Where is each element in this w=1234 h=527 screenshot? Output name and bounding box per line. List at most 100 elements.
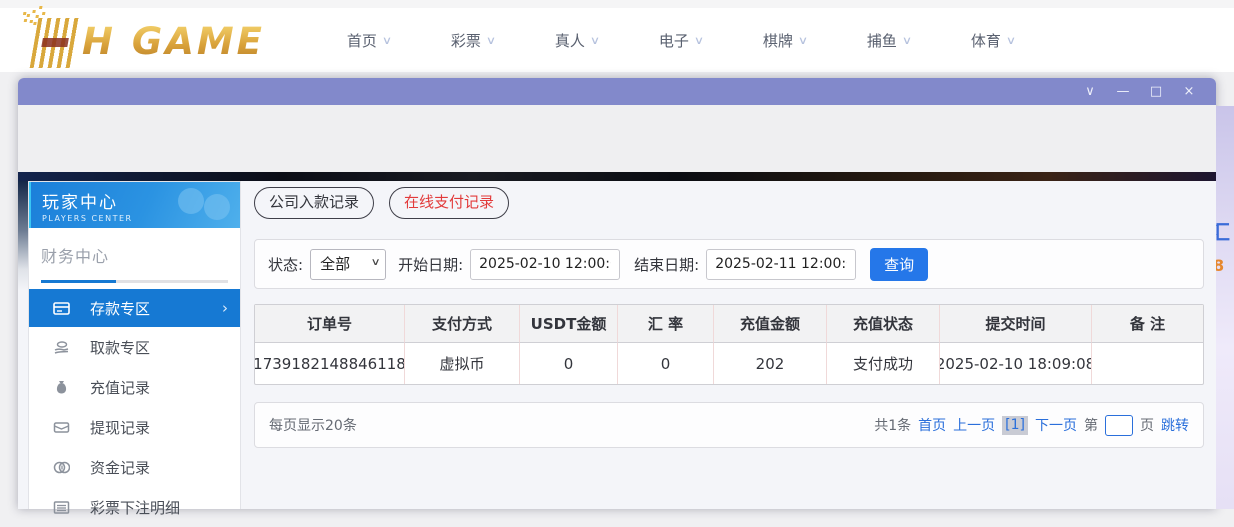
finance-center-label: 财务中心 (41, 243, 228, 267)
sidebar-menu: 存款专区 › 取款专区 充值记录 (29, 289, 240, 527)
sidebar: 玩家中心 PLAYERS CENTER 财务中心 存款专区 › (28, 181, 241, 509)
window-banner-area (18, 105, 1216, 172)
col-remarks: 备 注 (1092, 305, 1203, 342)
sidebar-item-funds-records[interactable]: 资金记录 (29, 447, 240, 487)
sidebar-item-deposit-zone[interactable]: 存款专区 › (29, 289, 240, 327)
sidebar-item-label: 提现记录 (90, 417, 150, 438)
page-jump-input[interactable] (1105, 415, 1133, 436)
nav-item-chess[interactable]: 棋牌 ∨ (733, 30, 837, 51)
chevron-down-icon: ∨ (382, 34, 392, 47)
withdraw-hand-icon (53, 339, 70, 356)
sidebar-item-lottery-bet-details[interactable]: 彩票下注明细 (29, 487, 240, 527)
search-button[interactable]: 查询 (870, 248, 928, 281)
list-icon (53, 499, 70, 516)
sidebar-item-withdraw-zone[interactable]: 取款专区 (29, 327, 240, 367)
pagination-bar: 每页显示20条 共1条 首页 上一页 [1] 下一页 第 页 跳转 (254, 402, 1204, 448)
background-text-fragment: 汇 (1216, 216, 1230, 245)
cell-recharge-status: 支付成功 (827, 342, 940, 384)
banner-left-rail (18, 181, 28, 291)
end-date-label: 结束日期: (634, 254, 699, 275)
filter-bar: 状态: 全部 ∨ 开始日期: 结束日期: 查询 (254, 239, 1204, 289)
nav-item-slots[interactable]: 电子 ∨ (629, 30, 733, 51)
start-date-input[interactable] (470, 249, 620, 280)
tab-company-deposit-records[interactable]: 公司入款记录 (254, 187, 374, 219)
main-nav: 首页 ∨ 彩票 ∨ 真人 ∨ 电子 ∨ 棋牌 ∨ 捕鱼 ∨ 体育 ∨ (317, 30, 1045, 51)
moneybag-icon (53, 379, 70, 396)
player-center-window: ∨ — □ × 玩家中心 PLAYERS CENTER 财务中心 (18, 78, 1216, 509)
record-tabs: 公司入款记录 在线支付记录 (254, 187, 1204, 219)
background-text-fragment: 8 (1216, 256, 1224, 275)
sidebar-item-recharge-records[interactable]: 充值记录 (29, 367, 240, 407)
chevron-down-icon: ∨ (486, 34, 496, 47)
nav-item-live[interactable]: 真人 ∨ (525, 30, 629, 51)
deposit-card-icon (53, 300, 70, 317)
sidebar-item-label: 取款专区 (90, 337, 150, 358)
chevron-down-icon: ∨ (694, 34, 704, 47)
records-table: 订单号 支付方式 USDT金额 汇 率 充值金额 充值状态 提交时间 备 注 1… (254, 304, 1204, 385)
site-header: H GAME 首页 ∨ 彩票 ∨ 真人 ∨ 电子 ∨ 棋牌 ∨ 捕鱼 ∨ 体育 … (0, 8, 1234, 72)
main-content: 公司入款记录 在线支付记录 状态: 全部 ∨ 开始日期: 结束日期: 查询 (242, 181, 1216, 509)
cell-recharge-amount: 202 (714, 342, 827, 384)
nav-item-home[interactable]: 首页 ∨ (317, 30, 421, 51)
col-exchange-rate: 汇 率 (618, 305, 714, 342)
window-minimize-icon[interactable]: — (1112, 78, 1134, 105)
sidebar-item-withdrawal-records[interactable]: 提现记录 (29, 407, 240, 447)
table-body: 1739182148846118 虚拟币 0 0 202 支付成功 2025-0… (255, 342, 1203, 384)
col-order-number: 订单号 (255, 305, 405, 342)
end-date-input[interactable] (706, 249, 856, 280)
cell-payment-method: 虚拟币 (405, 342, 520, 384)
logo[interactable]: H GAME (34, 12, 265, 68)
cell-exchange-rate: 0 (618, 342, 714, 384)
sidebar-section: 财务中心 (29, 228, 240, 283)
gamepad-watermark-icon (176, 186, 232, 220)
window-close-icon[interactable]: × (1178, 78, 1200, 105)
status-select[interactable]: 全部 (310, 249, 386, 280)
total-count-label: 共1条 (874, 415, 911, 435)
window-body: 玩家中心 PLAYERS CENTER 财务中心 存款专区 › (18, 181, 1216, 509)
col-submit-time: 提交时间 (940, 305, 1092, 342)
cell-order-number: 1739182148846118 (255, 342, 405, 384)
col-recharge-status: 充值状态 (827, 305, 940, 342)
current-page-indicator: [1] (1002, 416, 1028, 435)
cell-usdt-amount: 0 (520, 342, 618, 384)
window-collapse-icon[interactable]: ∨ (1079, 78, 1101, 105)
cell-remarks (1092, 342, 1203, 384)
wallet-icon (53, 419, 70, 436)
col-recharge-amount: 充值金额 (714, 305, 827, 342)
jump-label-pre: 第 (1084, 415, 1098, 435)
chevron-down-icon: ∨ (590, 34, 600, 47)
sidebar-item-label: 存款专区 (90, 298, 150, 319)
status-select-wrap: 全部 ∨ (310, 249, 386, 280)
status-label: 状态: (268, 254, 303, 275)
jump-label-post: 页 (1140, 415, 1154, 435)
logo-text: H GAME (82, 16, 265, 68)
window-maximize-icon[interactable]: □ (1145, 78, 1167, 105)
next-page-link[interactable]: 下一页 (1035, 415, 1077, 435)
section-underline (41, 280, 228, 283)
table-header-row: 订单号 支付方式 USDT金额 汇 率 充值金额 充值状态 提交时间 备 注 (255, 305, 1203, 342)
nav-item-lottery[interactable]: 彩票 ∨ (421, 30, 525, 51)
sidebar-header: 玩家中心 PLAYERS CENTER (29, 182, 240, 228)
col-payment-method: 支付方式 (405, 305, 520, 342)
jump-go-link[interactable]: 跳转 (1161, 415, 1189, 435)
tab-online-payment-records[interactable]: 在线支付记录 (389, 187, 509, 219)
cell-submit-time: 2025-02-10 18:09:08 (940, 342, 1092, 384)
col-usdt-amount: USDT金额 (520, 305, 618, 342)
first-page-link[interactable]: 首页 (918, 415, 946, 435)
pagination-controls: 共1条 首页 上一页 [1] 下一页 第 页 跳转 (874, 415, 1189, 436)
nav-item-fishing[interactable]: 捕鱼 ∨ (837, 30, 941, 51)
banner-image-edge (18, 172, 1216, 181)
chevron-right-icon: › (222, 299, 228, 317)
window-titlebar: ∨ — □ × (18, 78, 1216, 105)
prev-page-link[interactable]: 上一页 (953, 415, 995, 435)
funds-coins-icon (53, 459, 70, 476)
nav-item-sports[interactable]: 体育 ∨ (941, 30, 1045, 51)
sidebar-item-label: 充值记录 (90, 377, 150, 398)
chevron-down-icon: ∨ (798, 34, 808, 47)
chevron-down-icon: ∨ (902, 34, 912, 47)
start-date-label: 开始日期: (398, 254, 463, 275)
per-page-label: 每页显示20条 (269, 415, 357, 435)
sidebar-item-label: 彩票下注明细 (90, 497, 180, 518)
logo-bars-icon (30, 18, 83, 68)
table-row: 1739182148846118 虚拟币 0 0 202 支付成功 2025-0… (255, 342, 1203, 384)
